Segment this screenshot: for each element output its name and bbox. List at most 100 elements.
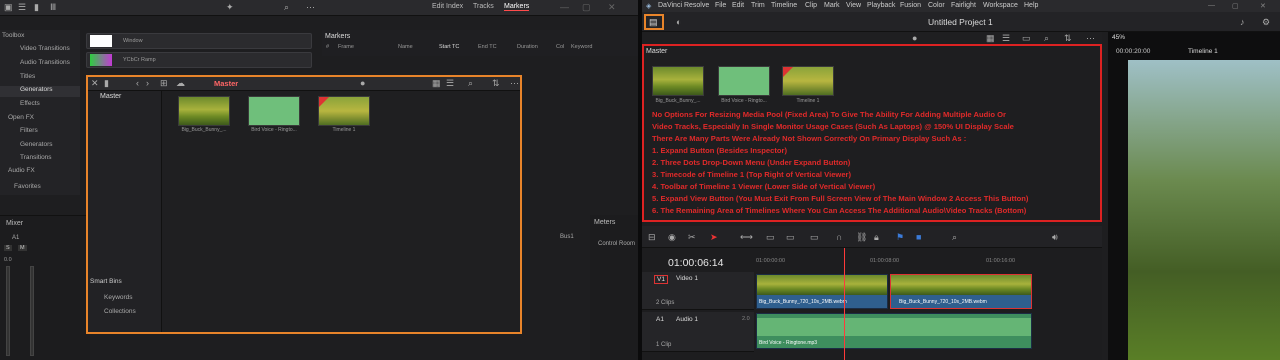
bars-icon[interactable]: Ⅲ [50, 1, 56, 13]
mute-button[interactable]: M [18, 245, 27, 251]
col-name[interactable]: Name [398, 44, 413, 50]
sort-icon[interactable]: ⇅ [1064, 32, 1072, 44]
slider-icon[interactable]: ● [912, 32, 917, 44]
more-icon[interactable]: ⋯ [510, 77, 519, 89]
playhead[interactable] [844, 248, 845, 360]
cloud-icon[interactable]: ☁ [176, 77, 185, 89]
toolbox-transitions[interactable]: Transitions [20, 154, 52, 161]
menu-clip[interactable]: Clip [805, 2, 817, 9]
sound-icon[interactable]: ♪ [1240, 16, 1245, 28]
generator-window[interactable]: Window [86, 33, 312, 49]
eye-icon[interactable]: ◉ [668, 231, 676, 243]
toolbox-open-fx[interactable]: Open FX [8, 114, 34, 121]
smart-bin-keywords[interactable]: Keywords [104, 294, 133, 301]
v1-label[interactable]: V1 [654, 275, 668, 284]
marker-icon[interactable]: ■ [916, 231, 921, 243]
clip-thumb-audio[interactable] [248, 96, 300, 126]
media-pool-icon[interactable]: ▤ [649, 16, 658, 28]
insert-icon[interactable]: ▭ [766, 231, 775, 243]
list-view-icon[interactable]: ☰ [1002, 32, 1010, 44]
search-icon[interactable]: ⌕ [1044, 32, 1049, 44]
forward-icon[interactable]: › [146, 77, 149, 89]
sliders-icon[interactable]: ☰ [18, 1, 26, 13]
maximize-icon[interactable]: ▢ [582, 1, 591, 13]
link-icon[interactable]: ⛓ [856, 231, 867, 243]
col-start-tc[interactable]: Start TC [439, 44, 459, 50]
menu-timeline[interactable]: Timeline [771, 2, 797, 9]
toolbox-effects[interactable]: Effects [20, 100, 40, 107]
minimize-icon[interactable]: — [1208, 2, 1215, 9]
list-icon[interactable]: ⊞ [160, 77, 168, 89]
video-clip-1[interactable]: Big_Buck_Bunny_720_10s_2MB.webm [756, 274, 888, 309]
sort-icon[interactable]: ⇅ [492, 77, 500, 89]
toolbox-filters[interactable]: Filters [20, 127, 38, 134]
menu-mark[interactable]: Mark [824, 2, 840, 9]
clip-thumb-bunny[interactable] [178, 96, 230, 126]
toolbox-audio-transitions[interactable]: Audio Transitions [20, 59, 70, 66]
volume-icon[interactable]: 🔊︎ [1052, 231, 1058, 243]
viewer-timeline-name[interactable]: Timeline 1 [1188, 48, 1218, 55]
tab-edit-index[interactable]: Edit Index [432, 3, 463, 10]
close-icon[interactable]: ✕ [91, 77, 99, 89]
menu-file[interactable]: File [715, 2, 726, 9]
col-end-tc[interactable]: End TC [478, 44, 497, 50]
tab-markers[interactable]: Markers [504, 3, 530, 11]
more-icon[interactable]: ⋯ [1086, 32, 1095, 44]
inspector-icon[interactable]: ⚙ [1262, 16, 1270, 28]
toolbox-video-transitions[interactable]: Video Transitions [20, 45, 70, 52]
close-icon[interactable]: ✕ [608, 1, 616, 13]
overwrite-icon[interactable]: ▭ [786, 231, 795, 243]
col-keyword[interactable]: Keyword [571, 44, 592, 50]
effects-icon[interactable]: ◐ [676, 16, 681, 28]
toolbox-audio-fx[interactable]: Audio FX [8, 167, 35, 174]
flag-icon[interactable]: ⚑ [896, 231, 904, 243]
menu-fusion[interactable]: Fusion [900, 2, 921, 9]
cut-icon[interactable]: ✂ [688, 231, 696, 243]
more-icon[interactable]: ⋯ [306, 1, 315, 13]
viewmode-icon[interactable]: ▭ [1022, 32, 1031, 44]
toolbox-generators[interactable]: Generators [0, 86, 80, 97]
fader-track[interactable] [6, 266, 10, 356]
minimize-icon[interactable]: — [560, 1, 569, 13]
replace-icon[interactable]: ▭ [810, 231, 819, 243]
a1-label[interactable]: A1 [656, 316, 664, 323]
bin-toggle-icon[interactable]: ▮ [104, 77, 109, 89]
tab-tracks[interactable]: Tracks [473, 3, 494, 10]
clip-thumb-timeline[interactable] [782, 66, 834, 96]
layout-icon[interactable]: ⊟ [648, 231, 656, 243]
smart-bins-header[interactable]: Smart Bins [90, 278, 122, 285]
menu-view[interactable]: View [846, 2, 861, 9]
bin-master[interactable]: Master [100, 93, 121, 100]
solo-button[interactable]: S [4, 245, 12, 251]
menu-workspace[interactable]: Workspace [983, 2, 1018, 9]
wand-icon[interactable]: ✦ [226, 1, 234, 13]
search-icon[interactable]: ⌕ [468, 77, 473, 89]
menu-help[interactable]: Help [1024, 2, 1038, 9]
menu-color[interactable]: Color [928, 2, 945, 9]
toolbox-titles[interactable]: Titles [20, 73, 35, 80]
grid-view-icon[interactable]: ▦ [986, 32, 995, 44]
v1-name[interactable]: Video 1 [676, 275, 698, 282]
menu-playback[interactable]: Playback [867, 2, 895, 9]
menu-fairlight[interactable]: Fairlight [951, 2, 976, 9]
close-icon[interactable]: ✕ [1260, 2, 1266, 10]
chart-icon[interactable]: ▮ [34, 1, 39, 13]
audio-clip[interactable]: Bird Voice - Ringtone.mp3 [756, 313, 1032, 349]
toolbox-header[interactable]: Toolbox [2, 32, 24, 39]
menu-app[interactable]: DaVinci Resolve [658, 2, 709, 9]
list-view-icon[interactable]: ☰ [446, 77, 454, 89]
lock-icon[interactable]: 🔒︎ [874, 231, 879, 243]
col-frame[interactable]: Frame [338, 44, 354, 50]
clip-thumb-audio[interactable] [718, 66, 770, 96]
a1-name[interactable]: Audio 1 [676, 316, 698, 323]
search-icon[interactable]: ⌕ [284, 1, 289, 13]
zoom-level[interactable]: 45% [1112, 34, 1125, 41]
slider-icon[interactable]: ● [360, 77, 365, 89]
grid-view-icon[interactable]: ▦ [432, 77, 441, 89]
toolbox-ofx-generators[interactable]: Generators [20, 141, 53, 148]
col-color[interactable]: Col [556, 44, 564, 50]
clip-thumb-timeline[interactable] [318, 96, 370, 126]
clip-thumb-bunny[interactable] [652, 66, 704, 96]
video-clip-2[interactable]: Big_Buck_Bunny_720_10s_2MB.webm [890, 274, 1032, 309]
snap-icon[interactable]: ∩ [836, 231, 842, 243]
